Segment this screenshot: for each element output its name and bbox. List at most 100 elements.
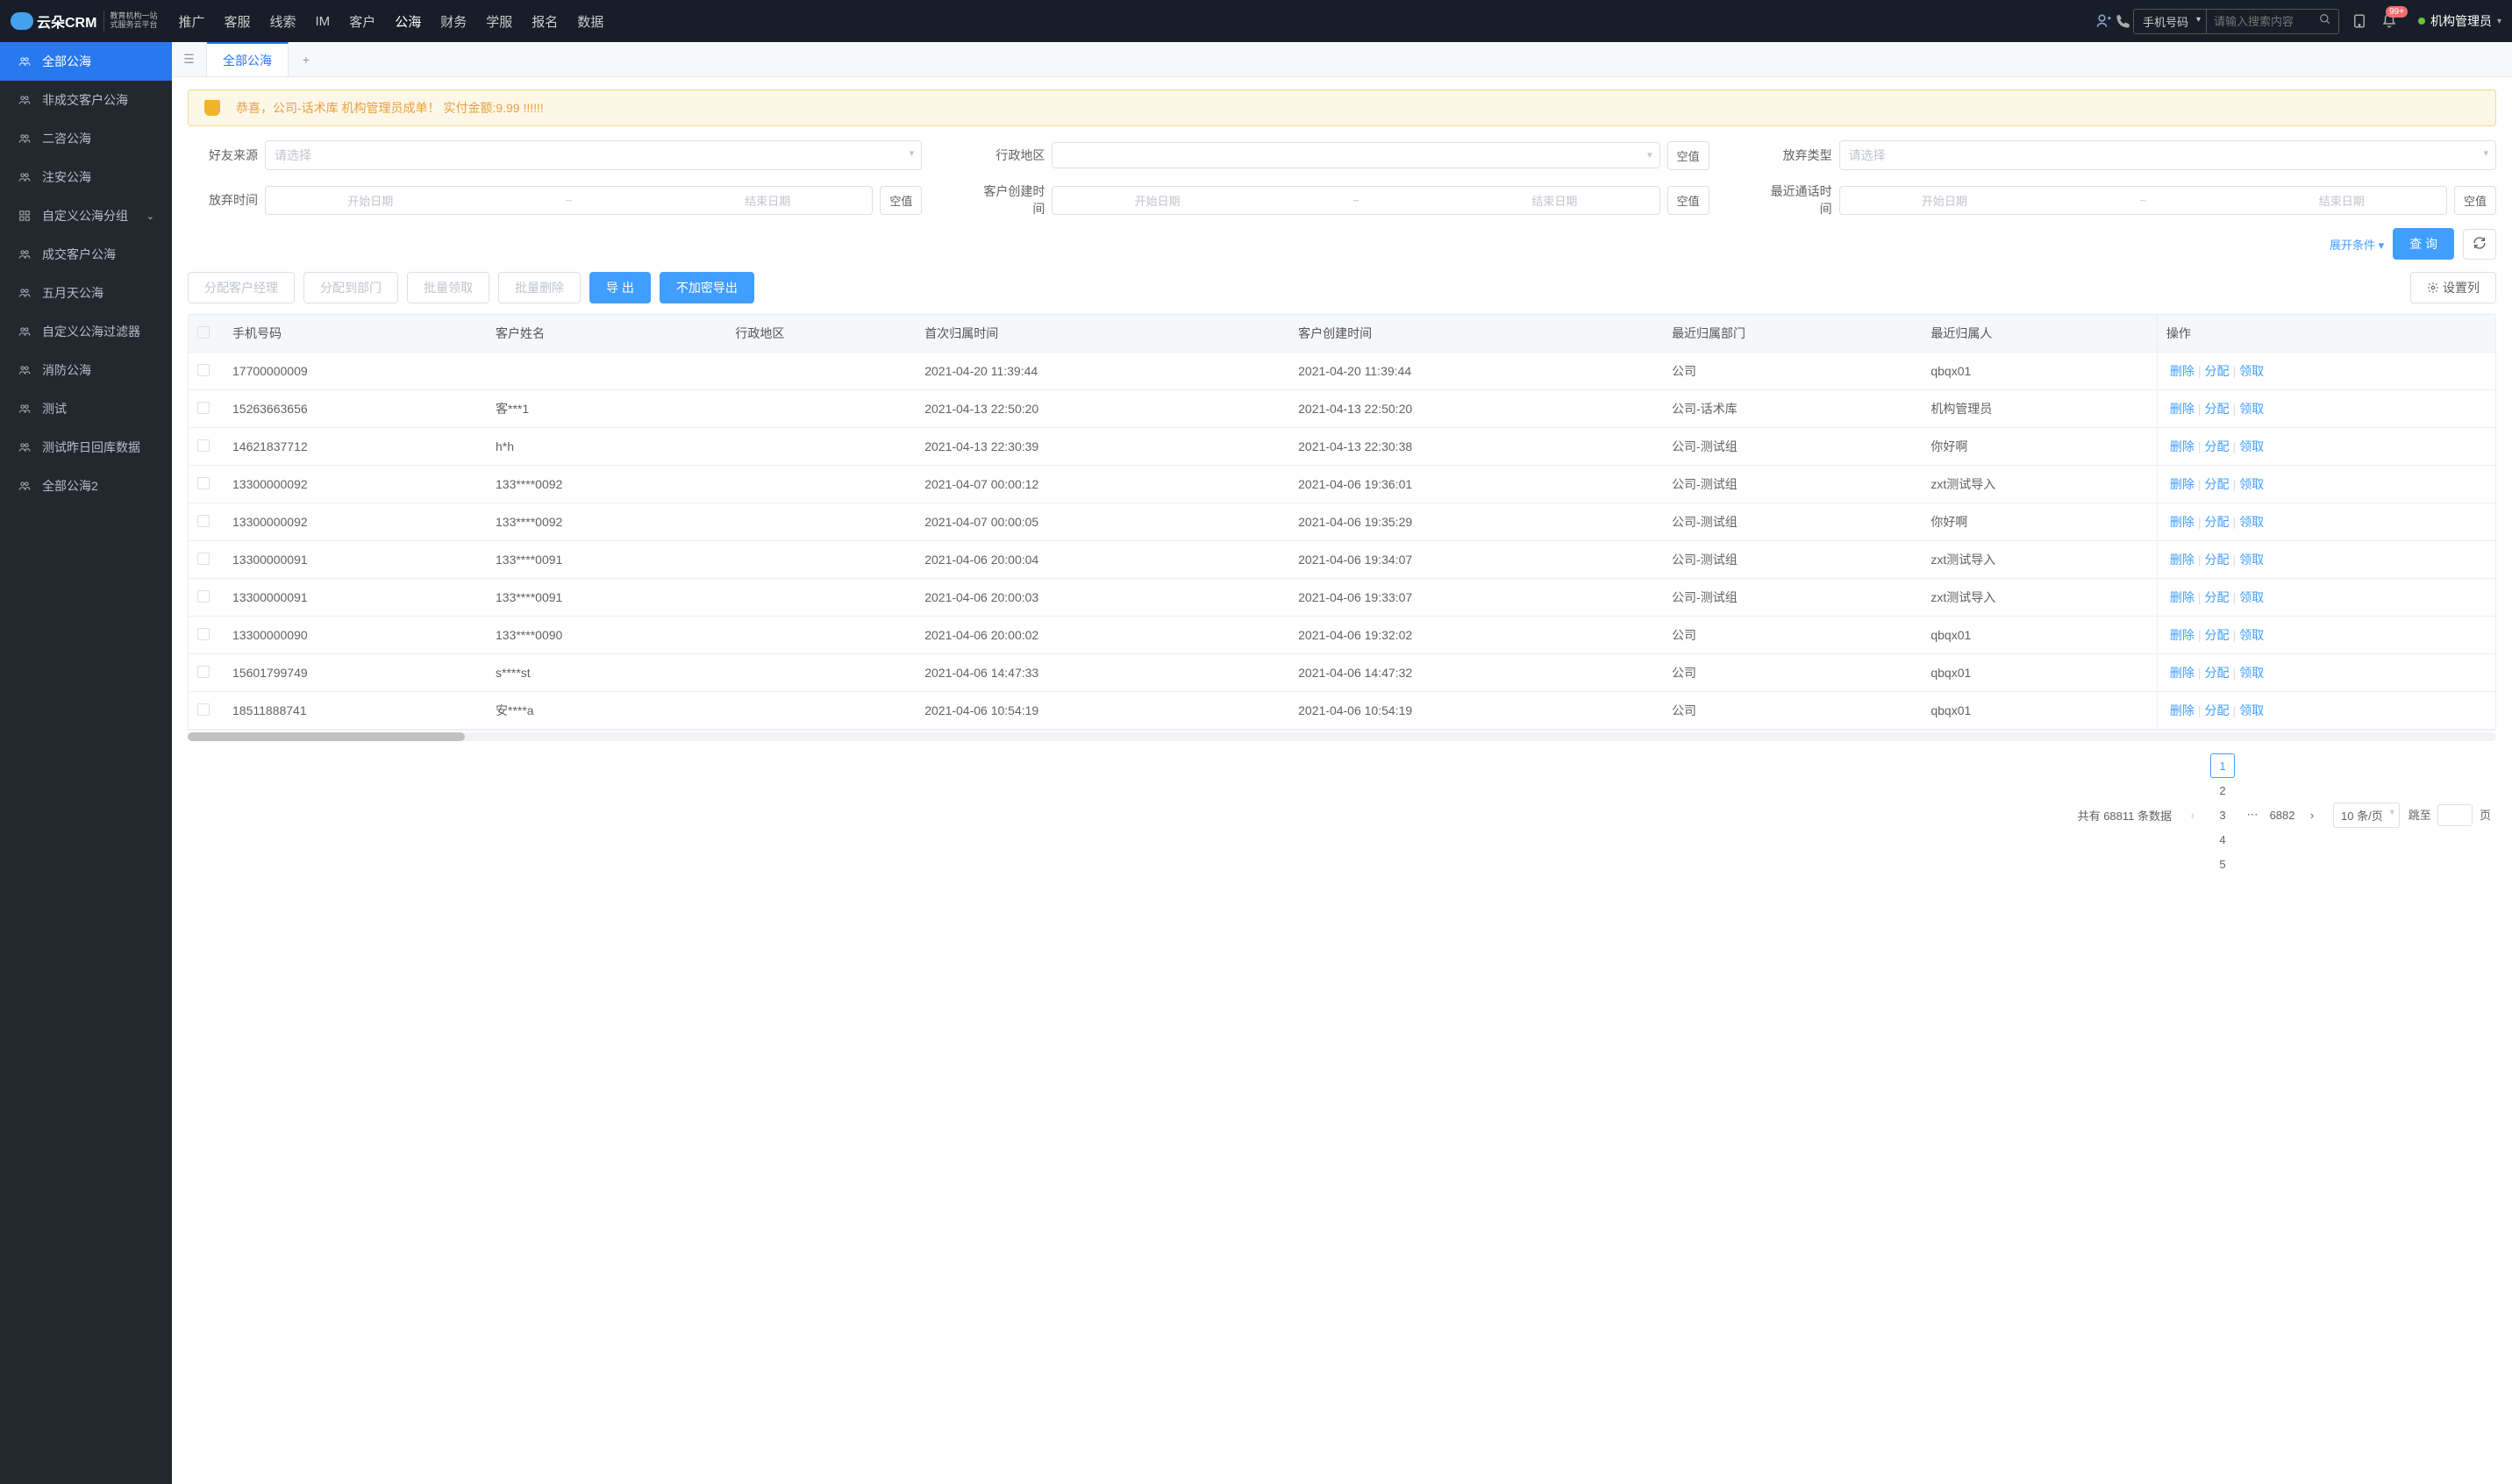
assign-link[interactable]: 分配 (2202, 515, 2233, 529)
export-plain-button[interactable]: 不加密导出 (660, 272, 754, 303)
page-2[interactable]: 2 (2210, 778, 2235, 803)
assign-link[interactable]: 分配 (2202, 666, 2233, 680)
row-checkbox[interactable] (197, 477, 210, 489)
page-3[interactable]: 3 (2210, 803, 2235, 827)
delete-link[interactable]: 删除 (2166, 703, 2198, 717)
add-user-icon[interactable] (2095, 11, 2114, 31)
export-button[interactable]: 导 出 (589, 272, 651, 303)
claim-link[interactable]: 领取 (2236, 402, 2267, 416)
assign-link[interactable]: 分配 (2202, 628, 2233, 642)
sidebar-item-自定义公海分组[interactable]: 自定义公海分组⌄ (0, 196, 172, 235)
nav-学服[interactable]: 学服 (486, 12, 512, 31)
nav-IM[interactable]: IM (316, 14, 331, 29)
row-checkbox[interactable] (197, 703, 210, 716)
delete-link[interactable]: 删除 (2166, 477, 2198, 491)
delete-link[interactable]: 删除 (2166, 402, 2198, 416)
nav-报名[interactable]: 报名 (532, 12, 558, 31)
sidebar-item-成交客户公海[interactable]: 成交客户公海 (0, 235, 172, 274)
delete-link[interactable]: 删除 (2166, 439, 2198, 453)
assign-link[interactable]: 分配 (2202, 553, 2233, 567)
daterange-放弃时间[interactable]: 开始日期~结束日期 (265, 186, 873, 215)
assign-manager-button[interactable]: 分配客户经理 (188, 272, 295, 303)
bell-icon[interactable] (2380, 11, 2399, 31)
assign-link[interactable]: 分配 (2202, 590, 2233, 604)
refresh-button[interactable] (2463, 229, 2496, 260)
null-value-button[interactable]: 空值 (880, 186, 922, 215)
row-checkbox[interactable] (197, 590, 210, 603)
last-page-button[interactable]: 6882 (2270, 803, 2294, 827)
sidebar-item-五月天公海[interactable]: 五月天公海 (0, 274, 172, 312)
nav-客服[interactable]: 客服 (224, 12, 250, 31)
sidebar-item-注安公海[interactable]: 注安公海 (0, 158, 172, 196)
set-columns-button[interactable]: 设置列 (2410, 272, 2496, 303)
claim-link[interactable]: 领取 (2236, 439, 2267, 453)
nav-客户[interactable]: 客户 (349, 12, 375, 31)
daterange-最近通话时间[interactable]: 开始日期~结束日期 (1839, 186, 2447, 215)
delete-link[interactable]: 删除 (2166, 666, 2198, 680)
claim-link[interactable]: 领取 (2236, 666, 2267, 680)
batch-claim-button[interactable]: 批量领取 (407, 272, 489, 303)
row-checkbox[interactable] (197, 666, 210, 678)
sidebar-item-测试昨日回库数据[interactable]: 测试昨日回库数据 (0, 428, 172, 467)
claim-link[interactable]: 领取 (2236, 703, 2267, 717)
page-1[interactable]: 1 (2210, 753, 2235, 778)
select-行政地区[interactable] (1052, 142, 1659, 168)
nav-数据[interactable]: 数据 (577, 12, 603, 31)
add-tab-button[interactable]: + (289, 53, 324, 67)
sidebar-item-二咨公海[interactable]: 二咨公海 (0, 119, 172, 158)
row-checkbox[interactable] (197, 553, 210, 565)
nav-公海[interactable]: 公海 (395, 12, 421, 31)
sidebar-item-自定义公海过滤器[interactable]: 自定义公海过滤器 (0, 312, 172, 351)
sidebar-item-全部公海[interactable]: 全部公海 (0, 42, 172, 81)
select-好友来源[interactable]: 请选择 (265, 140, 922, 170)
sidebar-item-消防公海[interactable]: 消防公海 (0, 351, 172, 389)
user-menu[interactable]: 机构管理员 ▾ (2418, 12, 2501, 30)
claim-link[interactable]: 领取 (2236, 477, 2267, 491)
assign-link[interactable]: 分配 (2202, 364, 2233, 378)
nav-线索[interactable]: 线索 (270, 12, 296, 31)
claim-link[interactable]: 领取 (2236, 364, 2267, 378)
assign-link[interactable]: 分配 (2202, 477, 2233, 491)
select-all-checkbox[interactable] (197, 326, 210, 339)
page-4[interactable]: 4 (2210, 827, 2235, 852)
assign-link[interactable]: 分配 (2202, 703, 2233, 717)
row-checkbox[interactable] (197, 364, 210, 376)
null-value-button[interactable]: 空值 (2454, 186, 2496, 215)
tab-all-public[interactable]: 全部公海 (207, 42, 289, 76)
delete-link[interactable]: 删除 (2166, 515, 2198, 529)
search-icon[interactable] (2312, 10, 2338, 33)
assign-link[interactable]: 分配 (2202, 439, 2233, 453)
logo[interactable]: 云朵CRM 教育机构一站式服务云平台 (11, 11, 157, 32)
expand-conditions-link[interactable]: 展开条件 ▾ (2330, 236, 2384, 253)
page-jump-input[interactable] (2437, 804, 2473, 826)
sidebar-item-非成交客户公海[interactable]: 非成交客户公海 (0, 81, 172, 119)
collapse-tabs-icon[interactable]: ☰ (172, 42, 207, 76)
row-checkbox[interactable] (197, 515, 210, 527)
claim-link[interactable]: 领取 (2236, 553, 2267, 567)
select-放弃类型[interactable]: 请选择 (1839, 140, 2496, 170)
nav-推广[interactable]: 推广 (178, 12, 204, 31)
next-page-button[interactable]: › (2300, 803, 2324, 827)
assign-link[interactable]: 分配 (2202, 402, 2233, 416)
prev-page-button[interactable]: ‹ (2180, 803, 2205, 827)
daterange-客户创建时间[interactable]: 开始日期~结束日期 (1052, 186, 1659, 215)
claim-link[interactable]: 领取 (2236, 515, 2267, 529)
claim-link[interactable]: 领取 (2236, 628, 2267, 642)
delete-link[interactable]: 删除 (2166, 590, 2198, 604)
delete-link[interactable]: 删除 (2166, 628, 2198, 642)
horizontal-scrollbar[interactable] (188, 732, 2496, 741)
assign-dept-button[interactable]: 分配到部门 (303, 272, 398, 303)
tablet-icon[interactable] (2350, 11, 2369, 31)
nav-财务[interactable]: 财务 (440, 12, 467, 31)
null-value-button[interactable]: 空值 (1667, 186, 1709, 215)
batch-delete-button[interactable]: 批量删除 (498, 272, 581, 303)
page-ellipsis[interactable]: ⋯ (2240, 803, 2265, 827)
row-checkbox[interactable] (197, 402, 210, 414)
page-5[interactable]: 5 (2210, 852, 2235, 876)
claim-link[interactable]: 领取 (2236, 590, 2267, 604)
phone-icon[interactable] (2114, 11, 2133, 31)
row-checkbox[interactable] (197, 439, 210, 452)
delete-link[interactable]: 删除 (2166, 553, 2198, 567)
null-value-button[interactable]: 空值 (1667, 141, 1709, 170)
query-button[interactable]: 查 询 (2393, 228, 2454, 260)
